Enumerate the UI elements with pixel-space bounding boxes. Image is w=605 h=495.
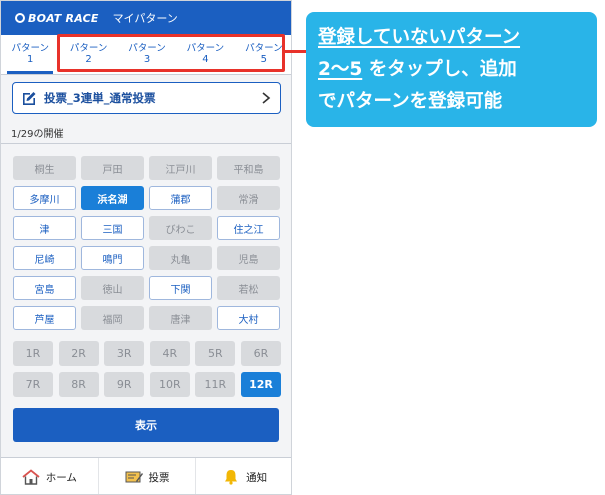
venue-shimonoseki[interactable]: 下関 [149,276,212,300]
tab-label: パターン [11,43,49,54]
home-icon [22,469,40,485]
venue-heiwajima: 平和島 [217,156,280,180]
venue-miyajima[interactable]: 宮島 [13,276,76,300]
tab-pattern-1[interactable]: パターン 1 [1,35,59,74]
boatrace-logo: BOAT RACE [15,12,99,25]
venue-kojima: 児島 [217,246,280,270]
divider [1,143,291,144]
venue-tsu[interactable]: 津 [13,216,76,240]
instruction-callout: 登録していないパターン 2～5 をタップし、追加 でパターンを登録可能 [306,12,597,127]
tab-number: 1 [27,54,34,65]
venue-suminoe[interactable]: 住之江 [217,216,280,240]
venue-fukuoka: 福岡 [81,306,144,330]
venue-hamanako[interactable]: 浜名湖 [81,186,144,210]
app-header: BOAT RACE マイパターン [1,1,291,35]
venue-wakamatsu: 若松 [217,276,280,300]
venue-mikuni[interactable]: 三国 [81,216,144,240]
venue-omura[interactable]: 大村 [217,306,280,330]
race-7r: 7R [13,372,53,397]
nav-vote[interactable]: 投票 [99,458,197,494]
venue-marugame: 丸亀 [149,246,212,270]
chevron-right-icon [262,92,271,104]
callout-line-2: 2～5 をタップし、追加 [318,59,517,80]
race-3r: 3R [104,341,145,366]
show-button[interactable]: 表示 [13,408,279,442]
venue-ashiya[interactable]: 芦屋 [13,306,76,330]
venue-karatsu: 唐津 [149,306,212,330]
race-12r[interactable]: 12R [240,372,281,397]
race-8r: 8R [58,372,99,397]
logo-text: BOAT RACE [28,11,99,25]
venue-naruto[interactable]: 鳴門 [81,246,144,270]
venue-tokoname: 常滑 [217,186,280,210]
page-title: マイパターン [112,12,178,25]
venue-toda: 戸田 [81,156,144,180]
nav-notice[interactable]: 通知 [196,458,291,494]
race-grid: 1R 2R 3R 4R 5R 6R 7R 8R 9R 10R 11R 12R [13,341,281,397]
race-1r: 1R [13,341,53,366]
venue-kiryu: 桐生 [13,156,76,180]
venue-gamagori[interactable]: 蒲郡 [149,186,212,210]
tabs-highlight-box [57,34,285,72]
nav-home[interactable]: ホーム [1,458,99,494]
logo-icon [15,13,25,23]
ticket-icon [125,471,143,483]
bell-icon [225,470,238,485]
bet-type-selector[interactable]: 投票_3連単_通常投票 [12,82,281,114]
race-11r: 11R [195,372,236,397]
race-9r: 9R [104,372,145,397]
callout-connector [284,50,308,53]
callout-line-1: 登録していないパターン [318,27,521,48]
venue-tokuyama: 徳山 [81,276,144,300]
edit-icon [23,92,36,105]
race-4r: 4R [149,341,190,366]
race-2r: 2R [58,341,99,366]
phone-screen: BOAT RACE マイパターン パターン 1 パターン 2 パターン 3 パタ… [0,0,292,495]
nav-vote-label: 投票 [148,471,170,484]
venue-grid: 桐生 戸田 江戸川 平和島 多摩川 浜名湖 蒲郡 常滑 津 三国 びわこ 住之江… [13,156,281,330]
venue-biwako: びわこ [149,216,212,240]
race-date-label: 1/29の開催 [11,129,64,140]
race-5r: 5R [195,341,236,366]
venue-edogawa: 江戸川 [149,156,212,180]
venue-amagasaki[interactable]: 尼崎 [13,246,76,270]
bottom-nav: ホーム 投票 通知 [1,457,291,494]
bet-type-label: 投票_3連単_通常投票 [44,91,156,105]
race-10r: 10R [149,372,190,397]
race-6r: 6R [240,341,281,366]
nav-notice-label: 通知 [246,471,268,484]
venue-tamagawa[interactable]: 多摩川 [13,186,76,210]
nav-home-label: ホーム [45,471,77,484]
callout-line-3: でパターンを登録可能 [318,91,503,112]
